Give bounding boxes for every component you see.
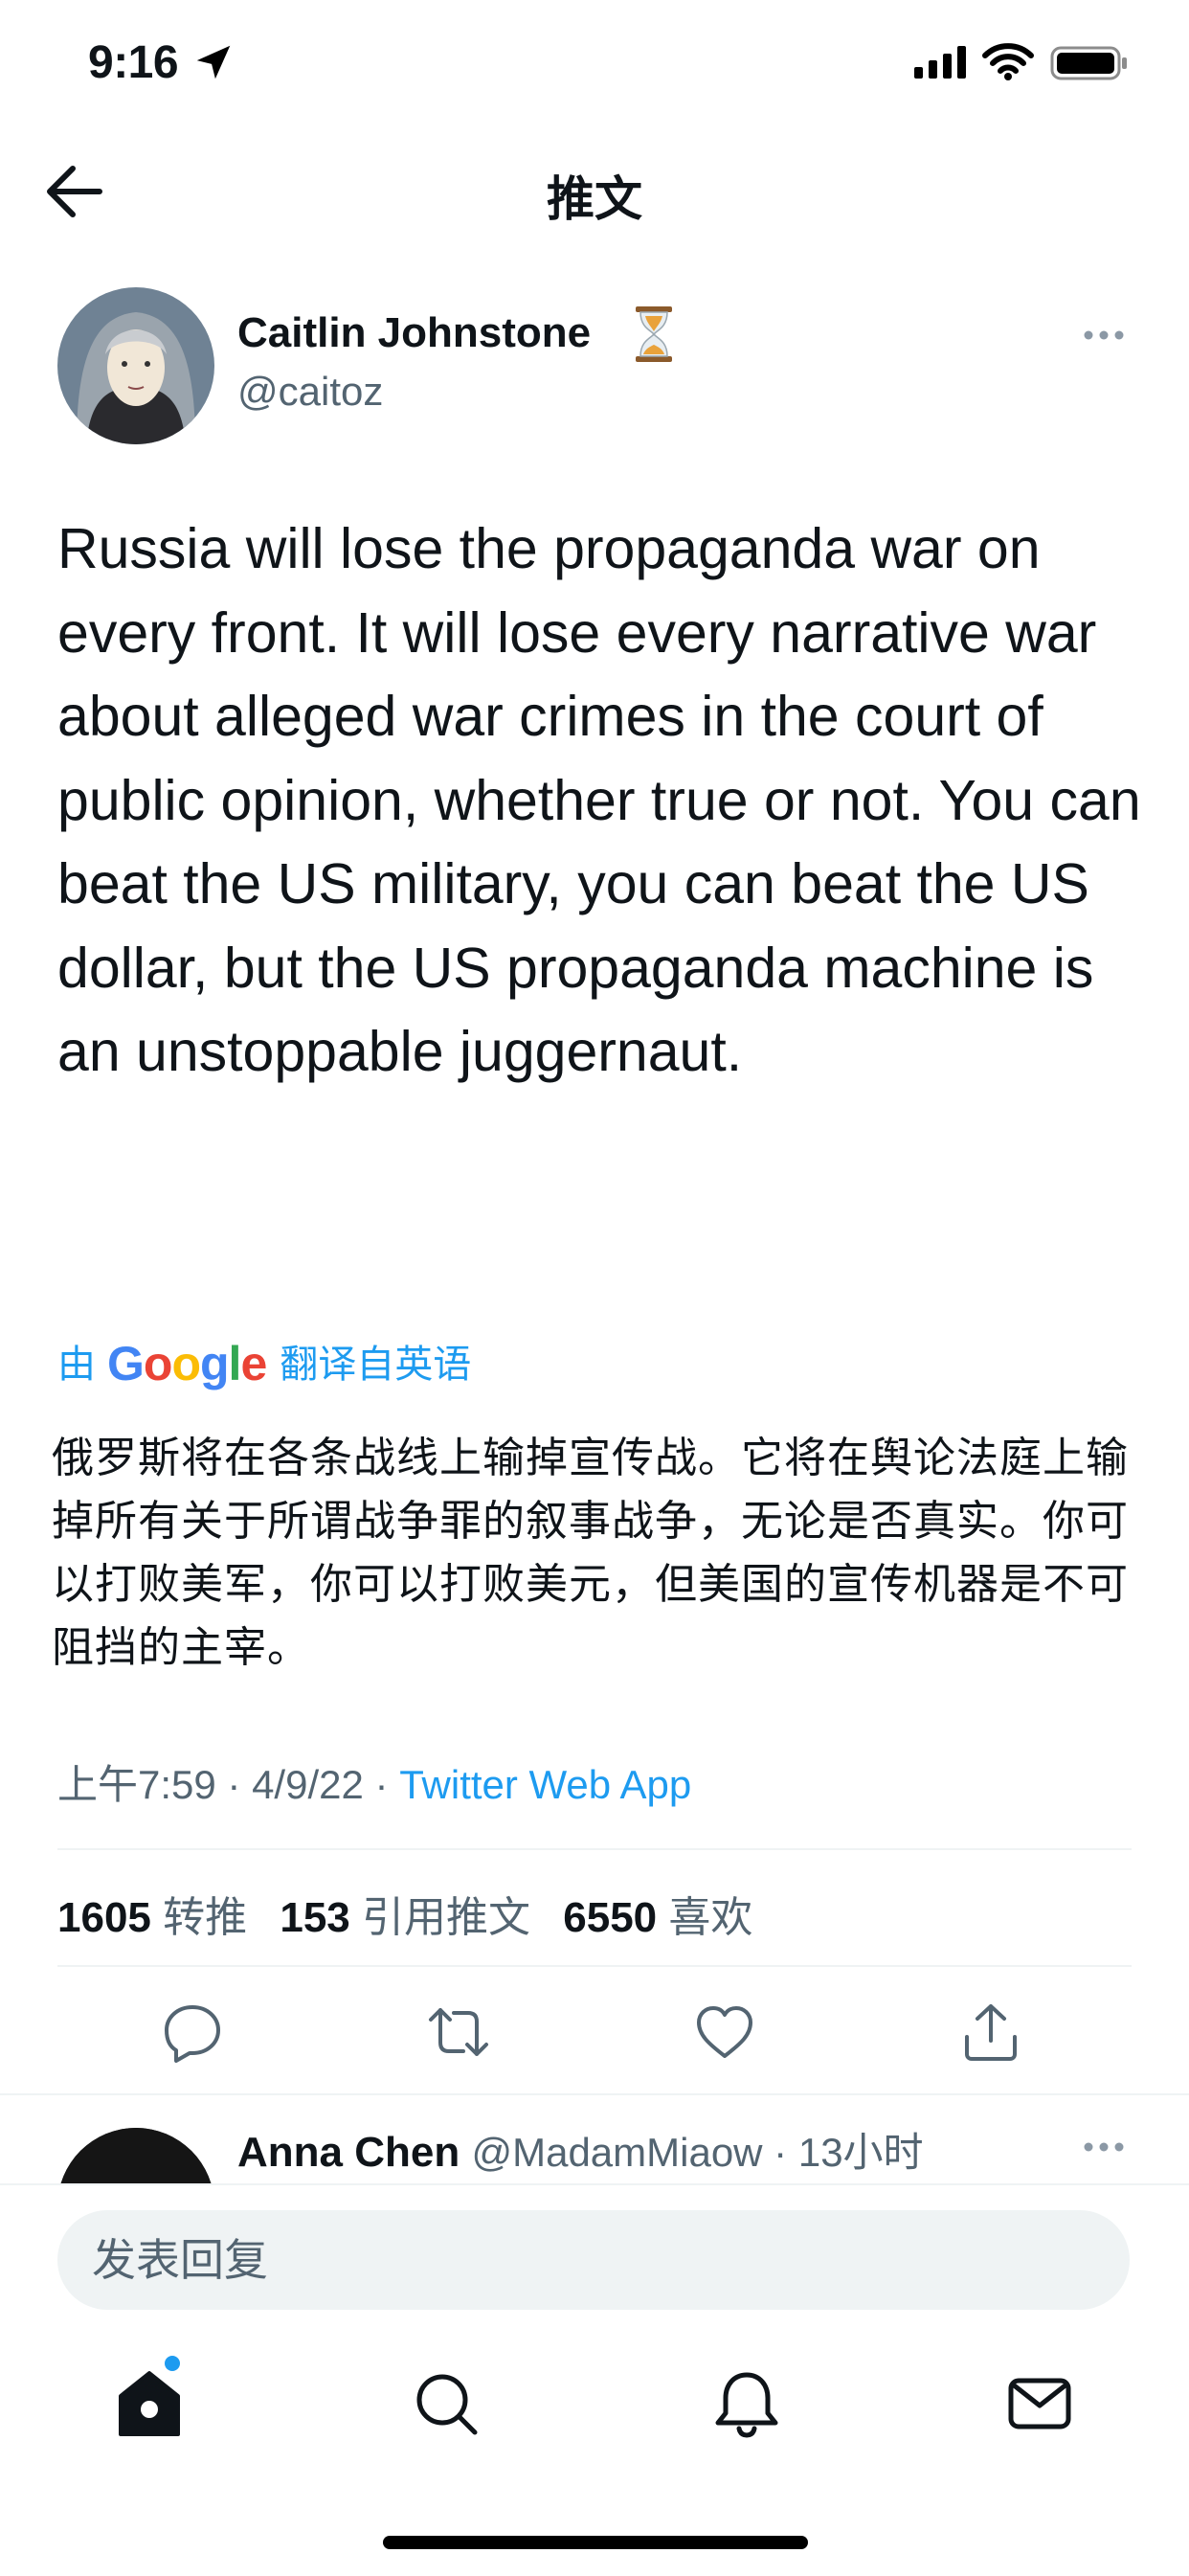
meta-separator: · — [363, 1762, 400, 1807]
translation-suffix: 翻译自英语 — [280, 1344, 472, 1386]
tweet-date: 4/9/22 — [252, 1762, 364, 1807]
tweet-source-link[interactable]: Twitter Web App — [399, 1762, 691, 1807]
tab-search-icon[interactable] — [408, 2365, 484, 2442]
tab-notifications-bell-icon[interactable] — [708, 2365, 785, 2442]
meta-separator: · — [215, 1762, 253, 1807]
reply-author-name: Anna Chen — [237, 2129, 460, 2176]
wifi-icon — [982, 43, 1034, 80]
avatar[interactable] — [57, 287, 214, 444]
author-name[interactable]: Caitlin Johnstone — [237, 309, 591, 357]
tweet-stats: 1605 转推 153 引用推文 6550 喜欢 — [57, 1883, 774, 1944]
likes-stat[interactable]: 6550 喜欢 — [563, 1894, 752, 1941]
reply-more-options-icon[interactable] — [1080, 2128, 1128, 2166]
status-time: 9:16 — [88, 37, 179, 88]
divider — [57, 1848, 1132, 1850]
page-title: 推文 — [547, 172, 642, 226]
location-arrow-icon — [196, 45, 231, 79]
translation-text: 俄罗斯将在各条战线上输掉宣传战。它将在舆论法庭上输掉所有关于所谓战争罪的叙事战争… — [52, 1435, 1129, 1671]
home-indicator — [383, 2536, 808, 2549]
cellular-signal-icon — [914, 46, 966, 79]
translation-attribution[interactable]: 由 Google 翻译自英语 — [57, 1333, 471, 1391]
more-options-icon[interactable] — [1080, 316, 1128, 354]
section-divider — [0, 2093, 1189, 2095]
tweet-meta: 上午7:59 · 4/9/22 · Twitter Web App — [57, 1752, 691, 1811]
reply-author-handle: @MadamMiaow · 13小时 — [471, 2130, 924, 2175]
tab-home-icon[interactable] — [111, 2365, 188, 2442]
retweet-icon[interactable] — [425, 1999, 492, 2066]
home-notification-dot — [165, 2356, 180, 2371]
tab-messages-mail-icon[interactable] — [1001, 2365, 1078, 2442]
quotes-stat[interactable]: 153 引用推文 — [280, 1894, 530, 1941]
battery-icon — [1050, 46, 1127, 80]
translation-prefix: 由 — [57, 1344, 96, 1386]
tweet-text: Russia will lose the propaganda war on e… — [57, 517, 1141, 1083]
tweet-time: 上午7:59 — [57, 1762, 216, 1807]
divider — [57, 1965, 1132, 1967]
google-logo: Google — [107, 1337, 267, 1390]
retweets-stat[interactable]: 1605 转推 — [57, 1894, 247, 1941]
reply-author[interactable]: Anna Chen @MadamMiaow · 13小时 — [237, 2120, 924, 2179]
like-heart-icon[interactable] — [691, 1999, 758, 2066]
reply-input[interactable] — [57, 2210, 1130, 2310]
hourglass-emoji-icon — [636, 306, 672, 362]
share-icon[interactable] — [957, 1999, 1024, 2066]
reply-icon[interactable] — [159, 1999, 226, 2066]
bottom-panel — [0, 2183, 1189, 2576]
author-handle[interactable]: @caitoz — [237, 369, 383, 415]
